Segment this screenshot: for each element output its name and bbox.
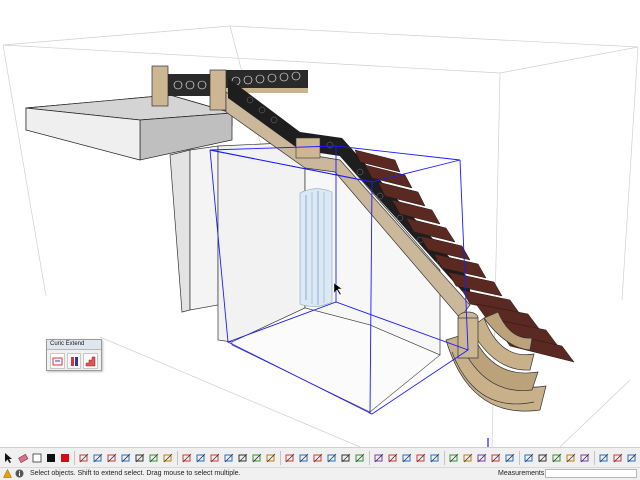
zoom-icon[interactable]: [475, 451, 488, 465]
measurements-input[interactable]: [545, 469, 637, 478]
section-plane-icon[interactable]: [372, 451, 385, 465]
info-icon[interactable]: [15, 469, 24, 478]
rotate-icon[interactable]: [105, 451, 118, 465]
select-arrow-icon[interactable]: [2, 451, 15, 465]
line-icon[interactable]: [180, 451, 193, 465]
toolbar-separator: [519, 450, 520, 465]
eraser-icon[interactable]: [16, 451, 29, 465]
toolbar-separator: [444, 450, 445, 465]
paint-bucket-icon[interactable]: [77, 451, 90, 465]
curved-niche: [299, 188, 333, 307]
protractor-icon[interactable]: [311, 451, 324, 465]
text-icon[interactable]: [325, 451, 338, 465]
zoom-extents-icon[interactable]: [489, 451, 502, 465]
right-view-icon[interactable]: [428, 451, 441, 465]
tape-measure-icon[interactable]: [283, 451, 296, 465]
polygon-icon[interactable]: [236, 451, 249, 465]
color-rect-black-icon[interactable]: [44, 451, 57, 465]
main-toolbar: [0, 447, 640, 467]
support-wall: [169, 145, 219, 313]
offset-icon[interactable]: [161, 451, 174, 465]
follow-me-icon[interactable]: [147, 451, 160, 465]
model-viewport[interactable]: Curic Extend: [0, 0, 640, 447]
3d-text-icon[interactable]: [353, 451, 366, 465]
status-message: Select objects. Shift to extend select. …: [30, 470, 241, 477]
previous-view-icon[interactable]: [503, 451, 516, 465]
arc-icon[interactable]: [250, 451, 263, 465]
push-pull-icon[interactable]: [133, 451, 146, 465]
top-view-icon[interactable]: [400, 451, 413, 465]
toolbar-separator: [177, 450, 178, 465]
scale-icon[interactable]: [119, 451, 132, 465]
component-icon[interactable]: [597, 451, 610, 465]
axes-icon[interactable]: [339, 451, 352, 465]
status-icons: [3, 469, 24, 478]
extend-face-icon[interactable]: [66, 353, 82, 369]
status-bar: Select objects. Shift to extend select. …: [0, 467, 640, 480]
circle-icon[interactable]: [222, 451, 235, 465]
freehand-icon[interactable]: [264, 451, 277, 465]
toolbar-separator: [280, 450, 281, 465]
curic-extend-title[interactable]: Curic Extend: [47, 340, 101, 350]
color-rect-red-icon[interactable]: [58, 451, 71, 465]
walk-icon[interactable]: [522, 451, 535, 465]
color-rect-white-icon[interactable]: [30, 451, 43, 465]
rotated-rect-icon[interactable]: [208, 451, 221, 465]
extend-tool-icon[interactable]: [50, 353, 65, 369]
extend-stair-icon[interactable]: [83, 353, 99, 369]
curic-extend-tools: [47, 350, 101, 372]
flip-icon[interactable]: [578, 451, 591, 465]
group-icon[interactable]: [611, 451, 624, 465]
move-icon[interactable]: [91, 451, 104, 465]
curic-extend-panel[interactable]: Curic Extend: [46, 339, 102, 371]
rectangle-icon[interactable]: [194, 451, 207, 465]
iso-view-icon[interactable]: [386, 451, 399, 465]
toolbar-separator: [369, 450, 370, 465]
front-view-icon[interactable]: [414, 451, 427, 465]
sandbox-icon[interactable]: [564, 451, 577, 465]
orbit-icon[interactable]: [447, 451, 460, 465]
layer-icon[interactable]: [625, 451, 638, 465]
measurements-label: Measurements: [498, 470, 545, 477]
toolbar-separator: [594, 450, 595, 465]
model-scene: [2, 25, 639, 447]
warning-icon[interactable]: [3, 469, 12, 478]
toolbar-separator: [74, 450, 75, 465]
look-around-icon[interactable]: [536, 451, 549, 465]
pan-icon[interactable]: [461, 451, 474, 465]
position-camera-icon[interactable]: [550, 451, 563, 465]
dimension-icon[interactable]: [297, 451, 310, 465]
